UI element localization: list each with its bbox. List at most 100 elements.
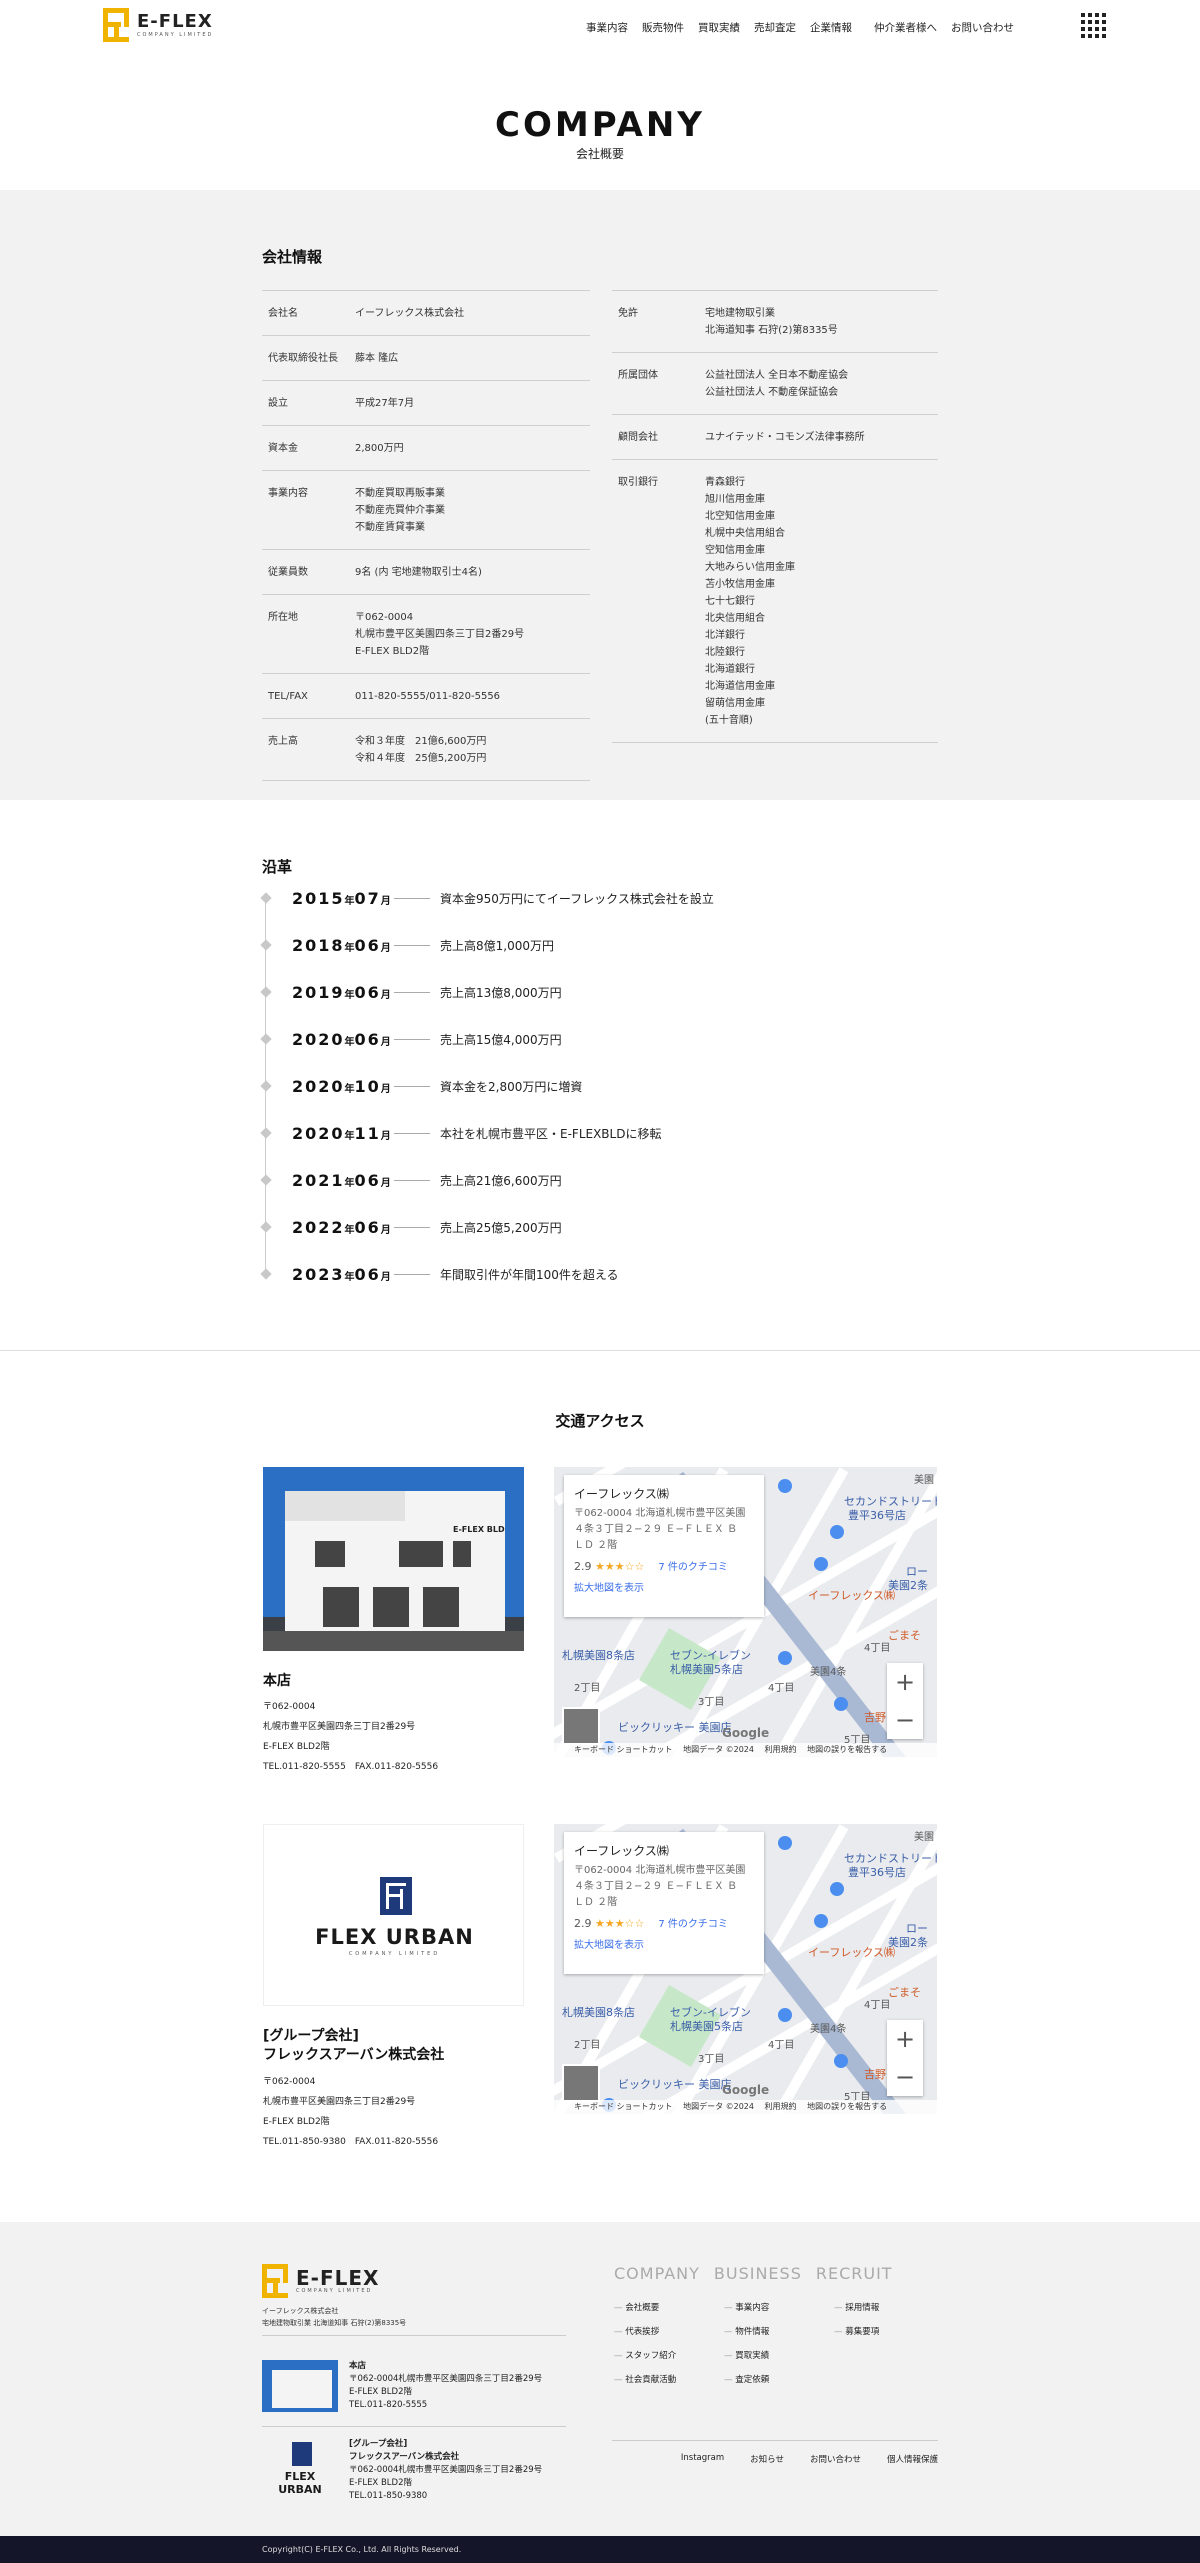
- info-value-line: 公益社団法人 不動産保証協会: [705, 387, 839, 398]
- diamond-icon: [260, 892, 272, 904]
- map-reviews-link[interactable]: 7 件のクチコミ: [658, 1562, 728, 1573]
- history-text: 年間取引件が年間100件を超える: [440, 1267, 619, 1282]
- nav-company[interactable]: 企業情報: [810, 20, 852, 35]
- map-pin-icon[interactable]: [830, 1882, 844, 1896]
- info-row: 会社名 イーフレックス株式会社: [262, 291, 590, 336]
- grid-menu-icon[interactable]: [1081, 13, 1106, 38]
- info-row: TEL/FAX 011-820-5555/011-820-5556: [262, 674, 590, 719]
- footer-link[interactable]: 買取実績: [724, 2344, 769, 2368]
- nav-properties[interactable]: 販売物件: [642, 20, 684, 35]
- map-pin-icon[interactable]: [830, 1525, 844, 1539]
- zoom-in-button[interactable]: +: [887, 2020, 923, 2058]
- history-dash: [394, 1038, 430, 1040]
- info-row: 代表取締役社長 藤本 隆広: [262, 336, 590, 381]
- footer-link[interactable]: 募集要項: [834, 2320, 879, 2344]
- nav-contact[interactable]: お問い合わせ: [951, 20, 1014, 35]
- info-value-line: 〒062-0004: [355, 612, 414, 623]
- diamond-icon: [260, 1127, 272, 1139]
- history-text: 資本金950万円にてイーフレックス株式会社を設立: [440, 891, 714, 906]
- history-item: 2023年06月 年間取引件が年間100件を超える: [260, 1264, 619, 1284]
- info-value: 不動産買取再販事業 不動産売買仲介事業 不動産賃貸事業: [355, 485, 590, 536]
- zoom-in-button[interactable]: +: [887, 1663, 923, 1701]
- map-large-link[interactable]: 拡大地図を表示: [574, 1579, 754, 1594]
- site-footer: E-FLEX COMPANY LIMITED イーフレックス株式会社 宅地建物取…: [0, 2222, 1200, 2536]
- company-info-title: 会社情報: [262, 248, 323, 266]
- map-pin-icon[interactable]: [778, 1479, 792, 1493]
- flex-urban-name: FLEX URBAN: [315, 1925, 474, 1949]
- info-key: 従業員数: [268, 567, 308, 578]
- google-map-head[interactable]: セカンドストリート 豊平36号店 ロー 美園2条 札幌美園8条店 セブン-イレブン 札幌美園…: [554, 1467, 937, 1757]
- head-office-photo: E-FLEX BLD: [263, 1467, 524, 1651]
- diamond-icon: [260, 1080, 272, 1092]
- map-satellite-toggle[interactable]: [562, 2064, 600, 2102]
- google-logo: Google: [722, 1726, 770, 1740]
- map-pin-icon[interactable]: [778, 2008, 792, 2022]
- history-dash: [394, 1273, 430, 1275]
- footer-link[interactable]: スタッフ紹介: [614, 2344, 676, 2368]
- history-date: 2020年10月: [292, 1076, 391, 1096]
- map-pin-icon[interactable]: [834, 2054, 848, 2068]
- info-value-line: E-FLEX BLD2階: [355, 646, 430, 657]
- map-pin-icon[interactable]: [814, 1557, 828, 1571]
- zoom-out-button[interactable]: −: [887, 2058, 923, 2096]
- footer-logo-name: E-FLEX: [296, 2265, 380, 2290]
- footer-link[interactable]: 会社概要: [614, 2296, 676, 2320]
- info-row: 取引銀行 青森銀行 旭川信用金庫 北空知信用金庫 札幌中央信用組合 空知信用金庫 大地みらい…: [612, 460, 938, 743]
- history-text: 売上高8億1,000万円: [440, 938, 554, 953]
- site-logo[interactable]: E-FLEX COMPANY LIMITED: [103, 8, 213, 42]
- footer-link-news[interactable]: お知らせ: [750, 2453, 784, 2465]
- info-key: 設立: [268, 398, 288, 409]
- history-dash: [394, 1132, 430, 1134]
- footer-link[interactable]: 社会貢献活動: [614, 2368, 676, 2392]
- nav-business[interactable]: 事業内容: [586, 20, 628, 35]
- info-value: 藤本 隆広: [355, 350, 590, 367]
- map-zoom-control: + −: [887, 2020, 923, 2096]
- history-text: 資本金を2,800万円に増資: [440, 1079, 583, 1094]
- info-row: 所属団体 公益社団法人 全日本不動産協会 公益社団法人 不動産保証協会: [612, 353, 938, 415]
- footer-link[interactable]: 事業内容: [724, 2296, 769, 2320]
- nav-assessment[interactable]: 売却査定: [754, 20, 796, 35]
- map-pin-icon[interactable]: [834, 1697, 848, 1711]
- footer-head-business[interactable]: BUSINESS: [714, 2264, 802, 2283]
- divider: [0, 1350, 1200, 1351]
- footer-link[interactable]: 物件情報: [724, 2320, 769, 2344]
- history-date: 2015年07月: [292, 888, 391, 908]
- google-map-group[interactable]: セカンドストリート 豊平36号店 ロー 美園2条 札幌美園8条店 セブン-イレブン 札幌美園…: [554, 1824, 937, 2114]
- footer-link[interactable]: 採用情報: [834, 2296, 879, 2320]
- footer-link[interactable]: 査定依頼: [724, 2368, 769, 2392]
- logo-mark-icon: [103, 8, 129, 42]
- access-title: 交通アクセス: [555, 1412, 645, 1430]
- footer-col-recruit: 採用情報 募集要項: [834, 2296, 879, 2344]
- nav-brokers[interactable]: 仲介業者様へ: [874, 20, 937, 35]
- history-text: 売上高25億5,200万円: [440, 1220, 562, 1235]
- map-large-link[interactable]: 拡大地図を表示: [574, 1936, 754, 1951]
- footer-office-photo: [262, 2360, 338, 2412]
- map-satellite-toggle[interactable]: [562, 1707, 600, 1745]
- map-pin-icon[interactable]: [778, 1651, 792, 1665]
- map-pin-icon[interactable]: [814, 1914, 828, 1928]
- info-value-line: 令和３年度 21億6,600万円: [355, 736, 487, 747]
- diamond-icon: [260, 986, 272, 998]
- history-text: 売上高21億6,600万円: [440, 1173, 562, 1188]
- info-key: 所在地: [268, 612, 298, 623]
- map-pin-icon[interactable]: [778, 1836, 792, 1850]
- footer-head-company[interactable]: COMPANY: [614, 2264, 700, 2283]
- info-row: 免許 宅地建物取引業 北海道知事 石狩(2)第8335号: [612, 291, 938, 353]
- map-reviews-link[interactable]: 7 件のクチコミ: [658, 1919, 728, 1930]
- footer-link-instagram[interactable]: Instagram: [681, 2453, 724, 2465]
- copyright: Copyright(C) E-FLEX Co., Ltd. All Rights…: [0, 2536, 1200, 2563]
- star-rating-icon: ★★★☆☆: [595, 1917, 645, 1930]
- zoom-out-button[interactable]: −: [887, 1701, 923, 1739]
- map-zoom-control: + −: [887, 1663, 923, 1739]
- footer-link-contact[interactable]: お問い合わせ: [810, 2453, 861, 2465]
- history-dash: [394, 897, 430, 899]
- office-name-group: [グループ会社] フレックスアーバン株式会社: [263, 2028, 445, 2063]
- footer-link[interactable]: 代表挨拶: [614, 2320, 676, 2344]
- info-value: イーフレックス株式会社: [355, 305, 590, 322]
- footer-logo[interactable]: E-FLEX COMPANY LIMITED: [262, 2264, 379, 2298]
- nav-purchase[interactable]: 買取実績: [698, 20, 740, 35]
- footer-head-recruit[interactable]: RECRUIT: [816, 2264, 893, 2283]
- footer-link-privacy[interactable]: 個人情報保護: [887, 2453, 938, 2465]
- info-row: 資本金 2,800万円: [262, 426, 590, 471]
- map-place-address: 〒062-0004 北海道札幌市豊平区美園 ４条３丁目２−２９ Ｅ−ＦＬＥＸ ＢＬ…: [574, 1865, 746, 1908]
